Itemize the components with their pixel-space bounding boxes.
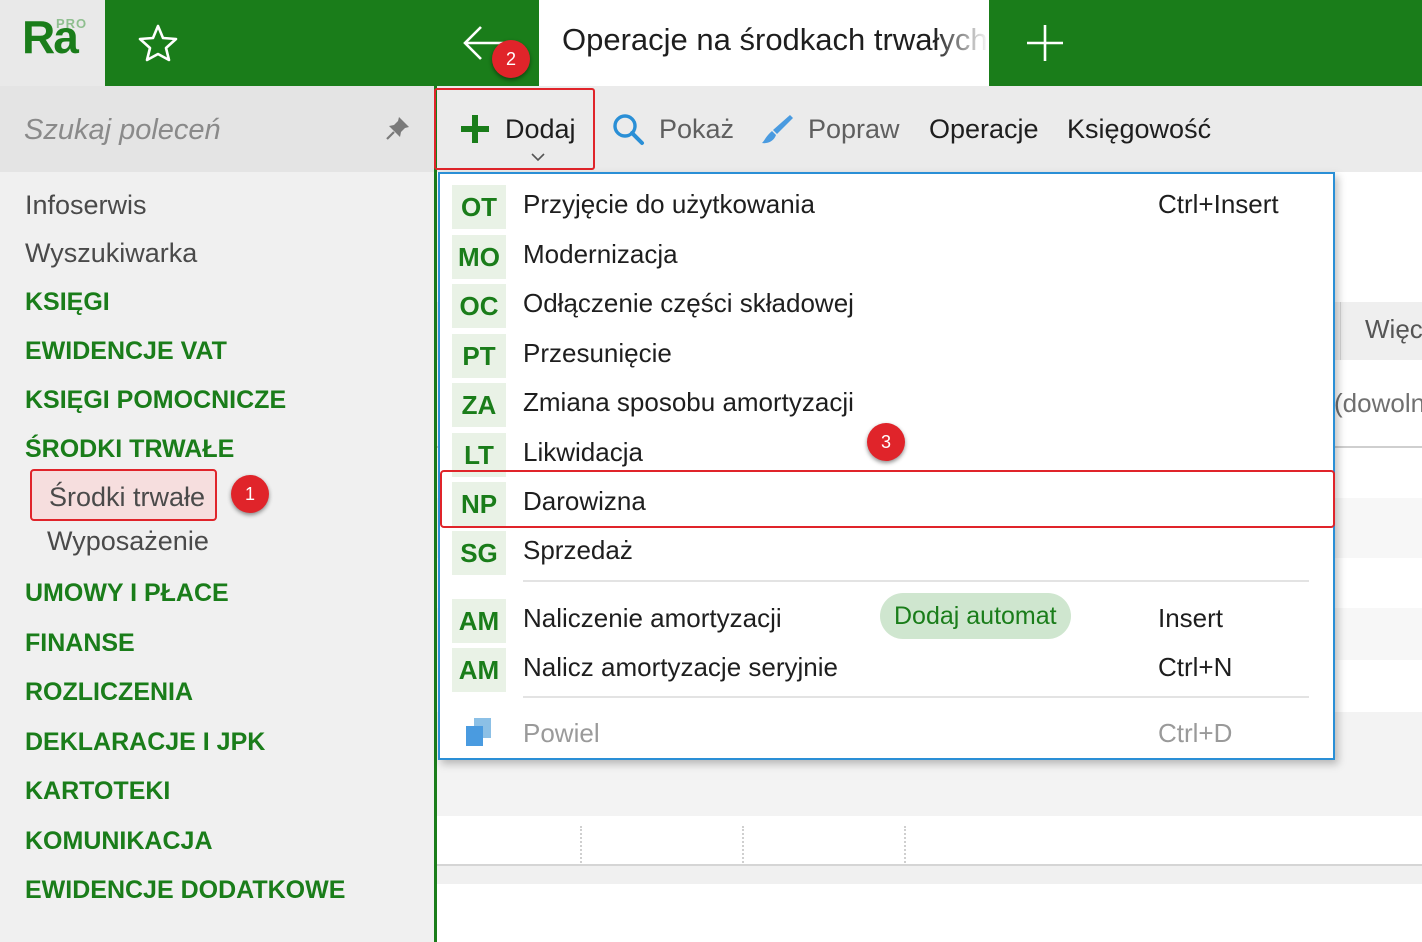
grid-column-divider <box>580 826 582 866</box>
menu-item-label: Nalicz amortyzacje seryjnie <box>523 652 838 682</box>
app-logo[interactable]: Ra PRO <box>0 0 105 86</box>
add-dropdown-menu: OT Przyjęcie do użytkowania Ctrl+Insert … <box>438 172 1335 760</box>
sidebar: Infoserwis Wyszukiwarka KSIĘGI EWIDENCJE… <box>0 86 434 942</box>
menu-item-label: Przesunięcie <box>523 338 672 368</box>
menu-item-label: Powiel <box>523 718 600 748</box>
operations-button[interactable]: Operacje <box>929 86 1039 172</box>
edit-button[interactable]: Popraw <box>760 86 900 172</box>
menu-item-code: AM <box>452 599 506 643</box>
sidebar-group-ksiegi[interactable]: KSIĘGI <box>25 285 110 319</box>
show-button[interactable]: Pokaż <box>611 86 734 172</box>
menu-item-label: Naliczenie amortyzacji <box>523 603 782 633</box>
grid-column-divider <box>742 826 744 866</box>
menu-item-np[interactable]: NP Darowizna <box>440 478 1333 526</box>
menu-item-shortcut: Ctrl+D <box>1158 718 1233 748</box>
grid-column-header[interactable]: Więcej <box>1340 302 1422 360</box>
sidebar-group-komunikacja[interactable]: KOMUNIKACJA <box>25 824 213 858</box>
sidebar-group-ewidencje-dodatkowe[interactable]: EWIDENCJE DODATKOWE <box>25 873 345 907</box>
menu-item-code: MO <box>452 235 506 279</box>
step-badge-2: 2 <box>492 40 530 78</box>
sidebar-group-srodki-trwale[interactable]: ŚRODKI TRWAŁE <box>25 432 234 466</box>
menu-item-code: PT <box>452 334 506 378</box>
sidebar-group-finanse[interactable]: FINANSE <box>25 626 135 660</box>
menu-item-sg[interactable]: SG Sprzedaż <box>440 527 1333 575</box>
sidebar-group-umowy-i-place[interactable]: UMOWY I PŁACE <box>25 576 229 610</box>
menu-separator <box>523 696 1309 698</box>
menu-item-shortcut: Insert <box>1158 603 1224 633</box>
add-button-label: Dodaj <box>505 113 576 144</box>
sidebar-item-srodki-trwale[interactable]: Środki trwałe <box>30 469 218 521</box>
toolbar: Dodaj Pokaż Popraw Operacje Księgowość <box>434 86 1422 172</box>
sidebar-item-wyposazenie[interactable]: Wyposażenie <box>47 524 209 558</box>
menu-item-label: Modernizacja <box>523 239 678 269</box>
menu-item-code: OT <box>452 185 506 229</box>
menu-item-label: Przyjęcie do użytkowania <box>523 189 815 219</box>
copy-icon <box>466 718 491 746</box>
accounting-button-label: Księgowość <box>1067 113 1212 144</box>
grid-filter-hint: (dowolne) <box>1334 388 1422 418</box>
favorite-button[interactable] <box>132 18 184 68</box>
menu-item-powiel[interactable]: Powiel Ctrl+D <box>440 710 1333 758</box>
menu-item-mo[interactable]: MO Modernizacja <box>440 231 1333 279</box>
menu-item-code: SG <box>452 531 506 575</box>
show-button-label: Pokaż <box>659 113 735 144</box>
tab-operacje[interactable]: Operacje na środkach trwałych <box>539 0 989 86</box>
step-badge-3: 3 <box>867 423 905 461</box>
menu-item-label: Likwidacja <box>523 437 643 467</box>
accounting-button[interactable]: Księgowość <box>1067 86 1211 172</box>
tab-fade <box>934 0 989 86</box>
menu-item-am-seryjnie[interactable]: AM Nalicz amortyzacje seryjnie Ctrl+N <box>440 644 1333 692</box>
chevron-down-icon <box>531 153 545 162</box>
sidebar-group-ksiegi-pomocnicze[interactable]: KSIĘGI POMOCNICZE <box>25 383 286 417</box>
app-window: Ra PRO Operacje na środkach trwałych Szu… <box>0 0 1422 942</box>
menu-item-za[interactable]: ZA Zmiana sposobu amortyzacji <box>440 379 1333 427</box>
logo-pro-badge: PRO <box>56 16 88 31</box>
command-search-input[interactable] <box>24 108 364 152</box>
menu-item-oc[interactable]: OC Odłączenie części składowej <box>440 280 1333 328</box>
grid-column-divider <box>904 826 906 866</box>
menu-item-code: OC <box>452 284 506 328</box>
operations-button-label: Operacje <box>929 113 1039 144</box>
menu-item-shortcut: Ctrl+N <box>1158 652 1233 682</box>
sidebar-group-deklaracje-i-jpk[interactable]: DEKLARACJE I JPK <box>25 725 265 759</box>
plus-icon <box>1027 25 1063 61</box>
menu-item-label: Odłączenie części składowej <box>523 288 854 318</box>
pin-icon[interactable] <box>384 114 412 142</box>
menu-item-code: AM <box>452 648 506 692</box>
plus-green-icon <box>461 115 489 143</box>
brush-icon <box>762 115 793 144</box>
sidebar-group-kartoteki[interactable]: KARTOTEKI <box>25 774 170 808</box>
sidebar-group-ewidencje-vat[interactable]: EWIDENCJE VAT <box>25 334 227 368</box>
menu-item-am-naliczenie[interactable]: AM Naliczenie amortyzacji Dodaj automat … <box>440 593 1333 643</box>
menu-item-code: NP <box>452 482 506 526</box>
edit-button-label: Popraw <box>808 113 900 144</box>
menu-item-pt[interactable]: PT Przesunięcie <box>440 330 1333 378</box>
search-icon <box>613 114 644 145</box>
menu-item-ot[interactable]: OT Przyjęcie do użytkowania Ctrl+Insert <box>440 181 1333 229</box>
sidebar-group-rozliczenia[interactable]: ROZLICZENIA <box>25 675 193 709</box>
grid-footer-row <box>437 816 1422 866</box>
star-icon <box>138 24 178 62</box>
menu-item-code: LT <box>452 433 506 477</box>
menu-item-shortcut: Ctrl+Insert <box>1158 189 1279 219</box>
tab-title: Operacje na środkach trwałych <box>562 22 988 57</box>
sidebar-item-infoserwis[interactable]: Infoserwis <box>25 188 147 222</box>
menu-item-label: Darowizna <box>523 486 646 516</box>
command-search <box>0 86 434 172</box>
step-badge-1: 1 <box>231 475 269 513</box>
menu-separator <box>523 580 1309 582</box>
menu-item-label: Sprzedaż <box>523 535 633 565</box>
menu-item-code: ZA <box>452 383 506 427</box>
grid-footer <box>437 866 1422 884</box>
add-button[interactable]: Dodaj <box>459 86 576 172</box>
top-bar: Ra PRO Operacje na środkach trwałych <box>0 0 1422 86</box>
new-tab-button[interactable] <box>1018 16 1072 70</box>
sidebar-item-wyszukiwarka[interactable]: Wyszukiwarka <box>25 236 197 270</box>
add-automat-button[interactable]: Dodaj automat <box>880 593 1071 639</box>
menu-item-label: Zmiana sposobu amortyzacji <box>523 387 854 417</box>
